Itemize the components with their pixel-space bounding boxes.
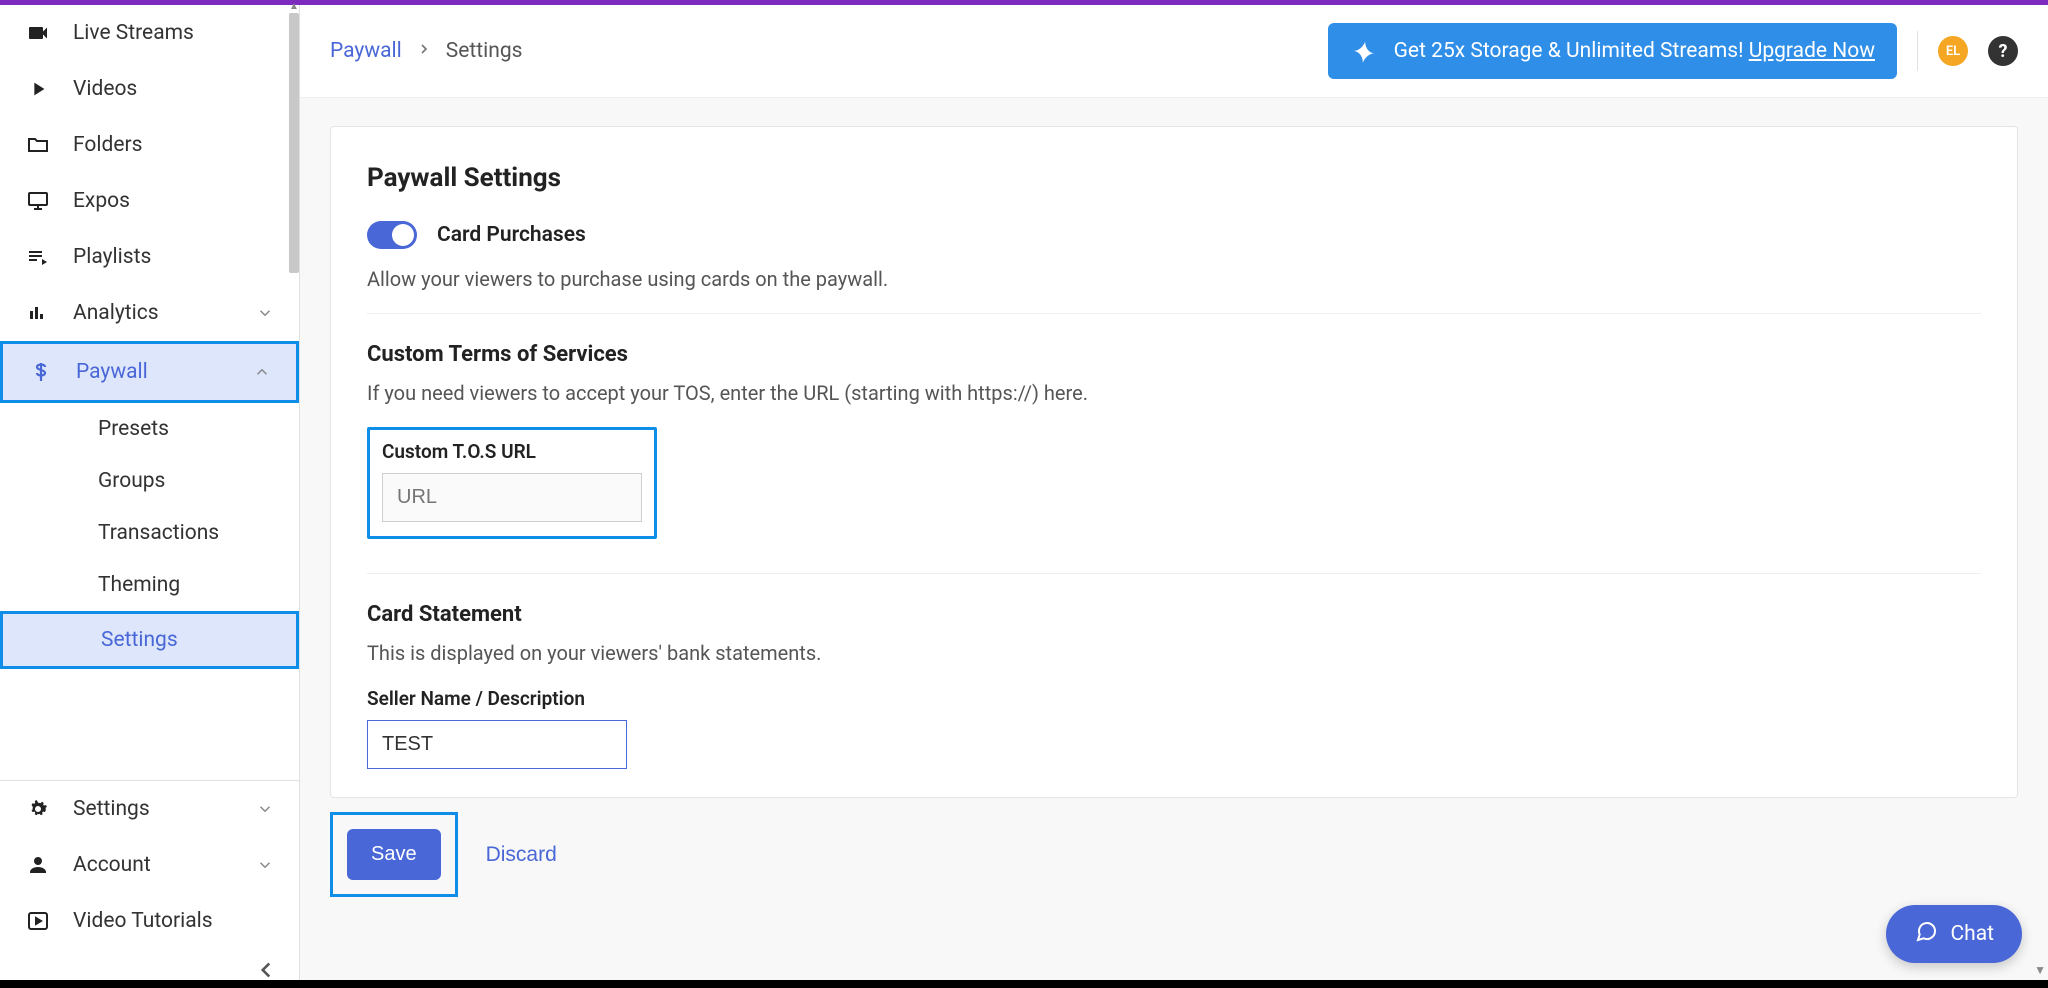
sidebar-subitem-groups[interactable]: Groups	[0, 455, 299, 507]
tos-field-highlight: Custom T.O.S URL	[367, 427, 657, 539]
sidebar-subitem-theming[interactable]: Theming	[0, 559, 299, 611]
seller-field-label: Seller Name / Description	[367, 687, 1981, 710]
upgrade-icon	[1350, 37, 1378, 65]
sidebar-subitem-settings[interactable]: Settings	[0, 611, 299, 669]
bar-chart-icon	[25, 300, 51, 326]
sidebar-item-label: Paywall	[76, 360, 148, 384]
statement-desc: This is displayed on your viewers' bank …	[367, 641, 1981, 665]
sidebar-item-label: Playlists	[73, 245, 151, 269]
sidebar: ▲ Live Streams Videos Folders	[0, 5, 300, 983]
sidebar-item-analytics[interactable]: Analytics	[0, 285, 299, 341]
chat-label: Chat	[1950, 922, 1994, 946]
help-icon[interactable]: ?	[1988, 36, 2018, 66]
tos-field-label: Custom T.O.S URL	[382, 440, 642, 463]
sidebar-item-label: Expos	[73, 189, 130, 213]
sidebar-item-playlists[interactable]: Playlists	[0, 229, 299, 285]
avatar[interactable]: EL	[1938, 36, 1968, 66]
chevron-down-icon	[256, 800, 274, 818]
person-icon	[25, 852, 51, 878]
card-purchases-toggle[interactable]	[367, 221, 417, 249]
bottom-bar	[0, 980, 2048, 988]
sidebar-item-folders[interactable]: Folders	[0, 117, 299, 173]
chevron-up-icon	[253, 363, 271, 381]
chevron-right-icon	[416, 39, 432, 63]
folder-icon	[25, 132, 51, 158]
sidebar-item-label: Analytics	[73, 301, 159, 325]
page-title: Paywall Settings	[367, 163, 1981, 193]
sidebar-subitem-presets[interactable]: Presets	[0, 403, 299, 455]
card-purchases-label: Card Purchases	[437, 223, 586, 247]
sidebar-item-label: Settings	[73, 797, 150, 821]
play-icon	[25, 76, 51, 102]
divider	[1917, 31, 1918, 71]
sidebar-item-label: Folders	[73, 133, 142, 157]
tos-url-input[interactable]	[382, 473, 642, 522]
save-button[interactable]: Save	[347, 829, 441, 880]
topbar: Paywall Settings Get 25x Storage & Unlim…	[300, 5, 2048, 98]
chevron-down-icon	[256, 304, 274, 322]
sidebar-item-live-streams[interactable]: Live Streams	[0, 5, 299, 61]
divider	[367, 313, 1981, 314]
playlist-icon	[25, 244, 51, 270]
save-highlight: Save	[330, 812, 458, 897]
sidebar-item-label: Videos	[73, 77, 137, 101]
divider	[367, 573, 1981, 574]
sidebar-item-settings[interactable]: Settings	[0, 781, 299, 837]
sidebar-item-videos[interactable]: Videos	[0, 61, 299, 117]
sidebar-item-label: Live Streams	[73, 21, 194, 45]
chevron-down-icon	[256, 856, 274, 874]
sidebar-scrollbar[interactable]	[289, 13, 299, 273]
content-area: Paywall Settings Card Purchases Allow yo…	[300, 98, 2048, 983]
upgrade-banner[interactable]: Get 25x Storage & Unlimited Streams! Upg…	[1328, 23, 1897, 79]
breadcrumb: Paywall Settings	[330, 39, 522, 63]
sidebar-item-video-tutorials[interactable]: Video Tutorials	[0, 893, 299, 949]
play-square-icon	[25, 908, 51, 934]
monitor-icon	[25, 188, 51, 214]
sidebar-item-account[interactable]: Account	[0, 837, 299, 893]
chat-widget[interactable]: Chat	[1886, 905, 2022, 963]
seller-name-input[interactable]	[367, 720, 627, 769]
main-area: Paywall Settings Get 25x Storage & Unlim…	[300, 5, 2048, 983]
scroll-arrow-up[interactable]: ▲	[289, 1, 299, 12]
gear-icon	[25, 796, 51, 822]
card-purchases-desc: Allow your viewers to purchase using car…	[367, 267, 1981, 291]
sidebar-item-label: Account	[73, 853, 151, 877]
tos-title: Custom Terms of Services	[367, 342, 1981, 367]
statement-title: Card Statement	[367, 602, 1981, 627]
settings-card: Paywall Settings Card Purchases Allow yo…	[330, 126, 2018, 798]
tos-desc: If you need viewers to accept your TOS, …	[367, 381, 1981, 405]
upgrade-text: Get 25x Storage & Unlimited Streams! Upg…	[1394, 39, 1875, 63]
chat-icon	[1914, 919, 1938, 949]
sidebar-item-label: Video Tutorials	[73, 909, 213, 933]
video-camera-icon	[25, 20, 51, 46]
breadcrumb-link-paywall[interactable]: Paywall	[330, 39, 402, 63]
sidebar-item-paywall[interactable]: Paywall	[0, 341, 299, 403]
sidebar-subitem-transactions[interactable]: Transactions	[0, 507, 299, 559]
discard-button[interactable]: Discard	[486, 843, 557, 867]
upgrade-link[interactable]: Upgrade Now	[1749, 39, 1875, 63]
scroll-arrow-down[interactable]: ▼	[2034, 963, 2046, 977]
collapse-sidebar-button[interactable]	[0, 949, 299, 983]
sidebar-item-expos[interactable]: Expos	[0, 173, 299, 229]
breadcrumb-current: Settings	[446, 39, 523, 63]
dollar-icon	[28, 359, 54, 385]
